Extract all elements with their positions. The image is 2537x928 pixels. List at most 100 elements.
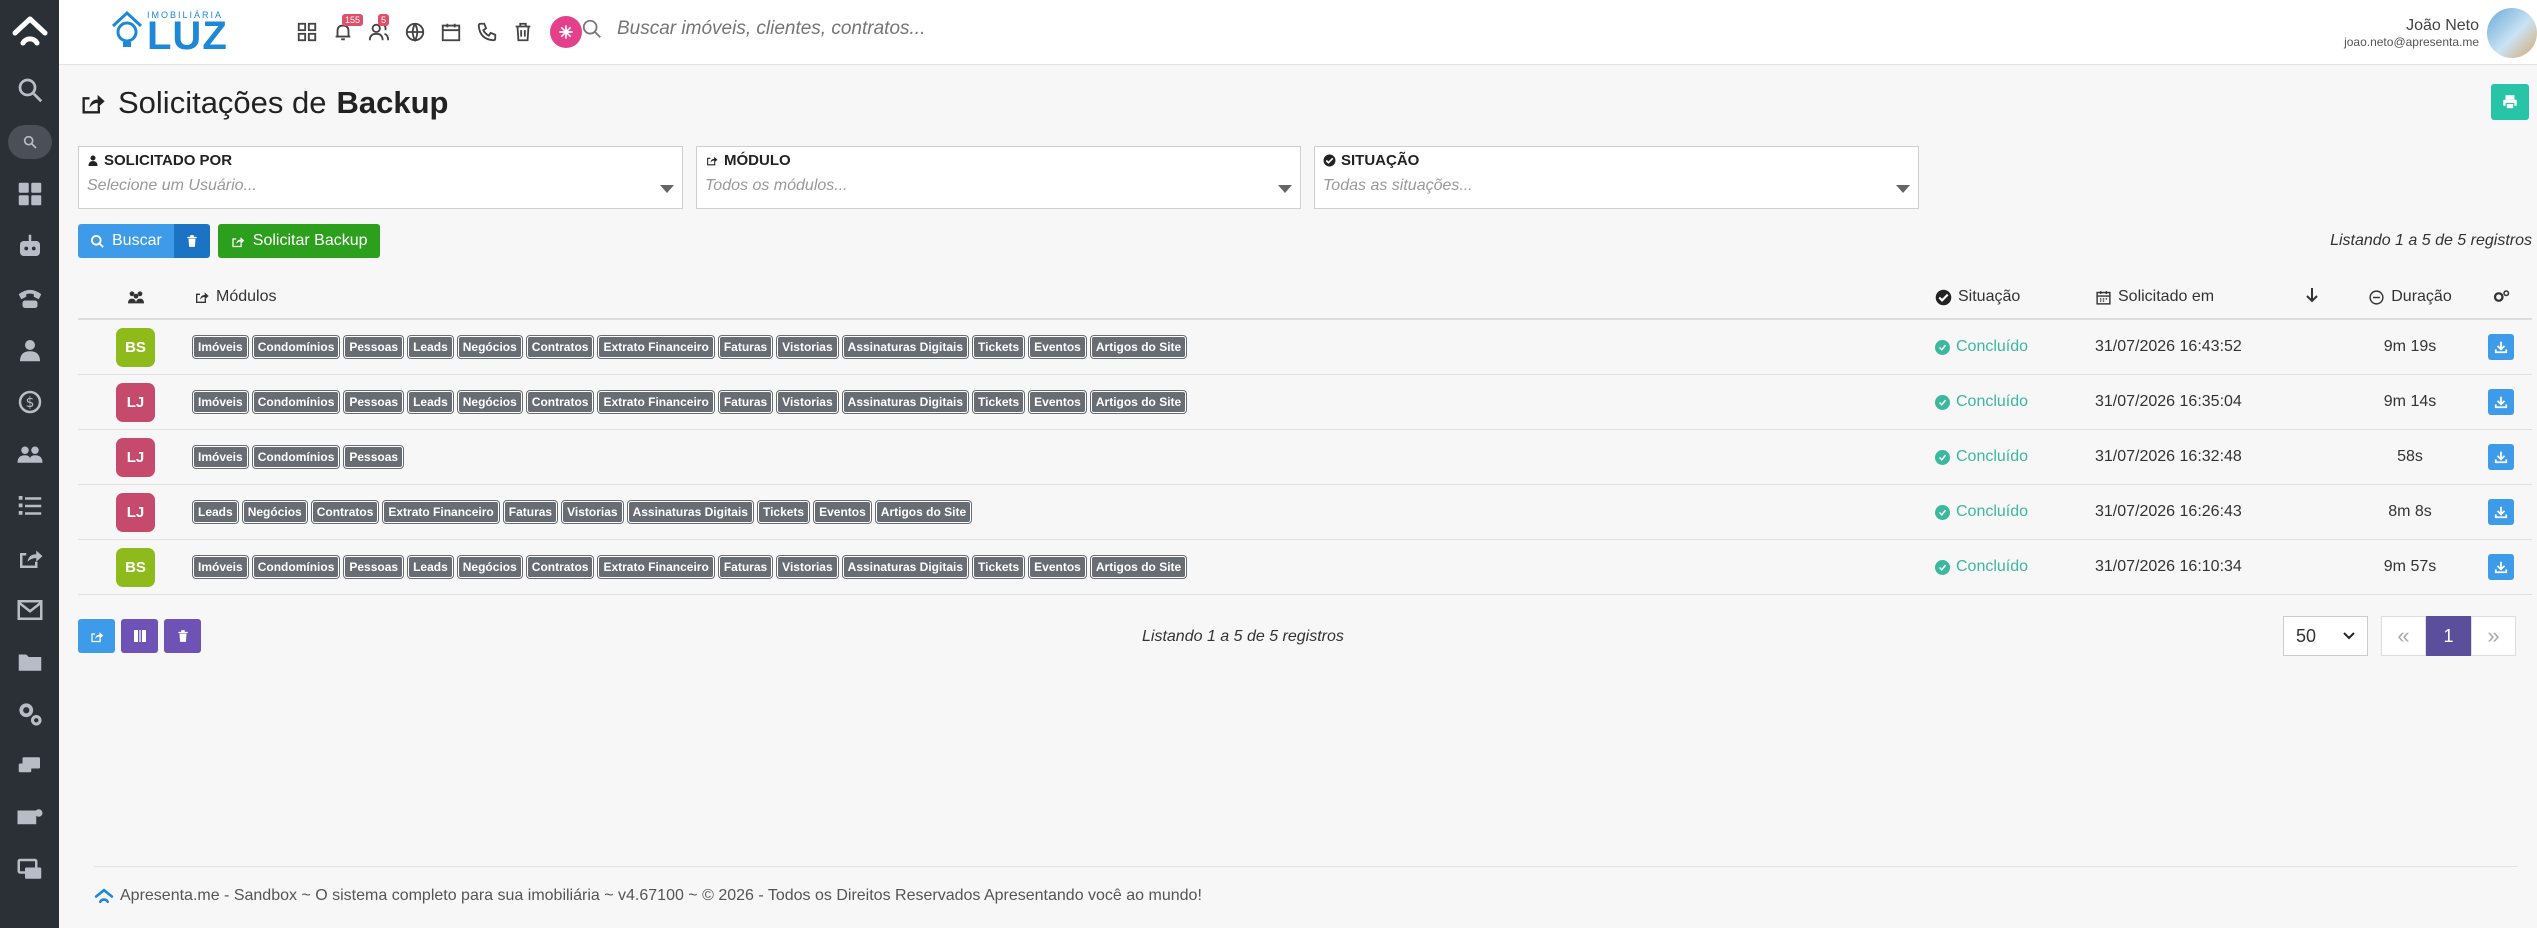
notifications-bell-icon[interactable]: 155 xyxy=(330,14,364,47)
table-footer: Listando 1 a 5 de 5 registros 50 « 1 » xyxy=(78,616,2532,656)
globe-icon[interactable] xyxy=(402,17,428,47)
col-header-label: Solicitado em xyxy=(2118,288,2215,305)
app-logo-icon xyxy=(94,888,114,904)
check-circle-icon xyxy=(1935,394,1950,410)
sidebar-messages-icon[interactable] xyxy=(0,844,59,896)
sidebar-mail-settings-icon[interactable] xyxy=(0,792,59,844)
module-tag: Tickets xyxy=(973,336,1025,358)
col-header-actions-gear-icon[interactable] xyxy=(2470,289,2532,305)
sidebar-phone-icon[interactable] xyxy=(0,272,59,324)
module-tag: Tickets xyxy=(973,391,1025,413)
delete-button[interactable] xyxy=(164,619,201,653)
check-circle-icon xyxy=(1935,559,1950,575)
sidebar-tasks-icon[interactable] xyxy=(0,480,59,532)
duration: 9m 57s xyxy=(2383,558,2437,575)
col-header-users xyxy=(78,289,193,305)
chevron-down-icon xyxy=(1278,185,1292,193)
user-badge[interactable]: BS xyxy=(116,547,155,587)
duration: 8m 8s xyxy=(2388,503,2432,520)
share-icon xyxy=(196,292,209,303)
download-button[interactable] xyxy=(2488,444,2514,470)
table-row: LJ Leads Negócios Contratos Extrato Finance… xyxy=(78,485,2532,540)
module-tag: Vistorias xyxy=(562,501,623,523)
module-tag: Contratos xyxy=(526,391,594,413)
check-circle-icon xyxy=(1935,339,1950,355)
user-info[interactable]: João Neto joao.neto@apresenta.me xyxy=(2344,17,2479,49)
apps-grid-icon[interactable] xyxy=(294,17,320,47)
sidebar-folder-icon[interactable] xyxy=(0,636,59,688)
app-logo-icon[interactable] xyxy=(0,0,59,64)
columns-icon xyxy=(133,630,146,642)
module-tag: Extrato Financeiro xyxy=(598,556,714,578)
module-tag: Faturas xyxy=(718,336,773,358)
module-tag: Condomínios xyxy=(252,391,340,413)
notifications-badge: 155 xyxy=(342,14,364,26)
table-row: LJ Imóveis Condomínios Pessoas Leads Negócio… xyxy=(78,375,2532,430)
page-title-bold: Backup xyxy=(336,85,449,120)
search-icon xyxy=(582,19,601,38)
sidebar-dashboard-icon[interactable] xyxy=(0,168,59,220)
share-button[interactable] xyxy=(78,619,115,653)
col-header-duracao[interactable]: Duração xyxy=(2350,288,2470,306)
pagination-current-page[interactable]: 1 xyxy=(2426,616,2471,656)
search-input[interactable] xyxy=(617,18,1217,40)
sidebar-share-icon[interactable] xyxy=(0,532,59,584)
module-tag: Artigos do Site xyxy=(1090,556,1187,578)
sidebar-finance-icon[interactable]: $ xyxy=(0,376,59,428)
page-size-select[interactable]: 50 xyxy=(2283,616,2368,656)
page-size-value: 50 xyxy=(2296,625,2317,646)
module-tag: Imóveis xyxy=(193,391,248,413)
sidebar-users-icon[interactable] xyxy=(0,428,59,480)
module-tag: Artigos do Site xyxy=(875,501,972,523)
sidebar-person-icon[interactable] xyxy=(0,324,59,376)
brand-logo[interactable] xyxy=(107,8,147,52)
sidebar-mail-icon[interactable] xyxy=(0,584,59,636)
avatar[interactable] xyxy=(2487,8,2537,58)
download-button[interactable] xyxy=(2488,334,2514,360)
filter-solicitado-por[interactable]: SOLICITADO POR Selecione um Usuário... xyxy=(78,146,683,209)
module-tag: Imóveis xyxy=(193,336,248,358)
quick-action-icon[interactable] xyxy=(550,16,582,48)
bulk-actions xyxy=(78,619,201,653)
calendar-icon[interactable] xyxy=(438,17,464,47)
col-header-modulos[interactable]: Módulos xyxy=(193,288,1935,306)
clear-filters-button[interactable] xyxy=(173,224,210,258)
request-date: 31/07/2026 16:43:52 xyxy=(2095,338,2242,355)
filter-situacao[interactable]: SITUAÇÃO Todas as situações... xyxy=(1314,146,1919,209)
col-header-solicitado-em[interactable]: Solicitado em xyxy=(2095,288,2305,306)
pagination-prev-button[interactable]: « xyxy=(2381,616,2426,656)
duration: 9m 19s xyxy=(2383,338,2437,355)
user-badge[interactable]: LJ xyxy=(116,492,155,532)
sidebar-search-pill[interactable] xyxy=(7,125,52,159)
user-badge[interactable]: BS xyxy=(116,327,155,367)
col-header-situacao[interactable]: Situação xyxy=(1935,288,2095,306)
filter-modulo[interactable]: MÓDULO Todos os módulos... xyxy=(696,146,1301,209)
download-button[interactable] xyxy=(2488,499,2514,525)
chevron-down-icon xyxy=(660,185,674,193)
sidebar-settings-icon[interactable] xyxy=(0,688,59,740)
share-icon xyxy=(90,631,103,642)
users-icon[interactable]: 5 xyxy=(366,14,392,47)
phone-icon[interactable] xyxy=(474,17,500,47)
table-row: BS Imóveis Condomínios Pessoas Leads Negócio… xyxy=(78,540,2532,595)
trash-icon[interactable] xyxy=(510,17,536,47)
columns-button[interactable] xyxy=(121,619,158,653)
sidebar-chat-icon[interactable] xyxy=(0,740,59,792)
module-tag: Assinaturas Digitais xyxy=(627,501,753,523)
buscar-button[interactable]: Buscar xyxy=(78,224,174,258)
sort-desc-icon[interactable] xyxy=(2305,287,2350,308)
print-button[interactable] xyxy=(2491,84,2529,120)
sidebar-search-icon[interactable] xyxy=(0,64,59,116)
chevron-down-icon xyxy=(2343,632,2355,640)
module-tag: Condomínios xyxy=(252,336,340,358)
user-badge[interactable]: LJ xyxy=(116,437,155,477)
module-tag: Leads xyxy=(408,391,453,413)
download-button[interactable] xyxy=(2488,389,2514,415)
download-button[interactable] xyxy=(2488,554,2514,580)
solicitar-backup-button[interactable]: Solicitar Backup xyxy=(217,224,380,258)
pagination-next-button[interactable]: » xyxy=(2471,616,2516,656)
sidebar-robot-icon[interactable] xyxy=(0,220,59,272)
user-badge[interactable]: LJ xyxy=(116,382,155,422)
users-badge: 5 xyxy=(378,14,390,26)
module-tags: Imóveis Condomínios Pessoas xyxy=(193,446,1935,468)
